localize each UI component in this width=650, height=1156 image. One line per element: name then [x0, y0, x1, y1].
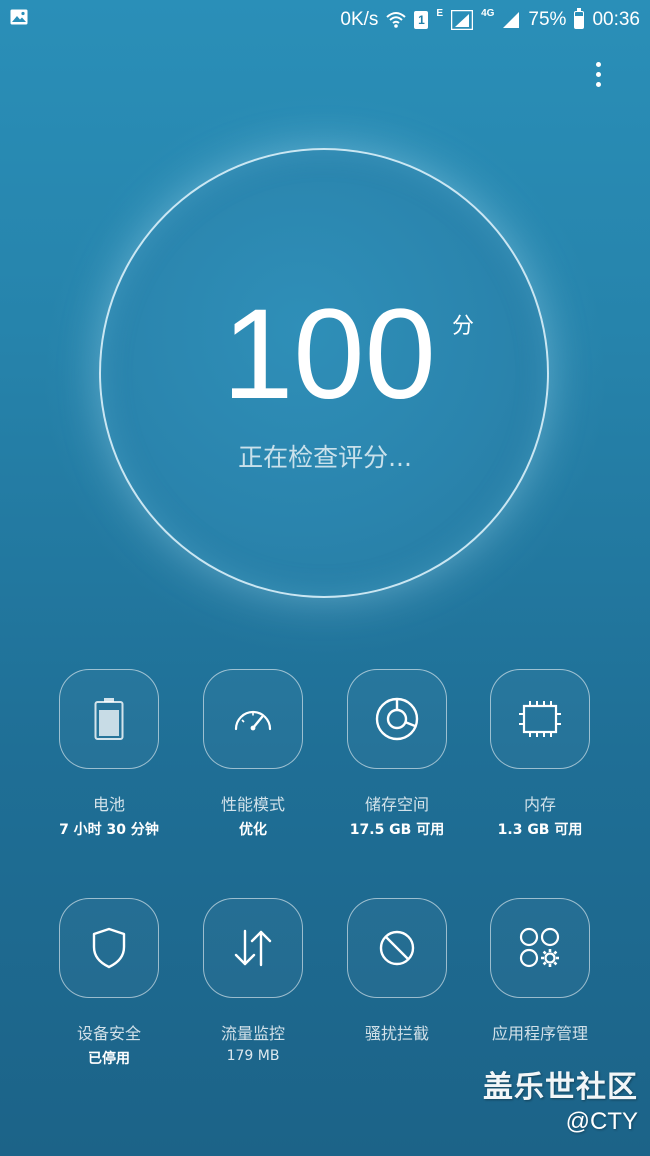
tile-storage-value: 17.5 GB 可用: [349, 822, 445, 838]
score-status-text: 正在检查评分...: [238, 443, 412, 472]
tile-battery-box: [59, 669, 159, 769]
tile-performance-value: 优化: [239, 822, 267, 838]
tile-memory[interactable]: 内存 1.3 GB 可用: [488, 669, 592, 839]
score-unit: 分: [452, 314, 475, 339]
tile-block-box: [347, 898, 447, 998]
tile-app-label: 应用程序管理: [491, 1024, 588, 1043]
wifi-icon: [386, 12, 407, 28]
tile-memory-label: 内存: [523, 795, 556, 814]
memory-chip-icon: [519, 701, 561, 737]
sim-slot-badge: 1: [414, 11, 429, 29]
battery-icon: [94, 698, 124, 740]
more-dot-icon: [596, 62, 601, 67]
battery-status-icon: [574, 8, 585, 29]
tile-storage[interactable]: 储存空间 17.5 GB 可用: [345, 669, 449, 839]
more-dot-icon: [596, 82, 601, 87]
watermark: 盖乐世社区 @CTY: [483, 1062, 638, 1136]
tile-battery[interactable]: 电池 7 小时 30 分钟: [57, 669, 161, 839]
tile-storage-box: [347, 669, 447, 769]
tile-app-manager[interactable]: 应用程序管理: [488, 898, 592, 1044]
block-icon: [379, 930, 415, 966]
tile-battery-value: 7 小时 30 分钟: [59, 822, 159, 838]
more-dot-icon: [596, 72, 601, 77]
tile-call-blocking[interactable]: 骚扰拦截: [345, 898, 449, 1044]
tile-performance[interactable]: 性能模式 优化: [201, 669, 305, 839]
storage-icon: [375, 697, 419, 741]
tile-battery-label: 电池: [92, 795, 125, 814]
tile-data-value: 179 MB: [226, 1048, 280, 1064]
tile-security-value: 已停用: [88, 1051, 130, 1067]
tile-data-label: 流量监控: [220, 1024, 285, 1043]
network-type-e: E: [436, 8, 444, 19]
network-type-4g: 4G: [481, 8, 495, 19]
tile-storage-label: 储存空间: [364, 795, 429, 814]
image-icon: [10, 9, 28, 25]
signal-icon-2: [503, 12, 520, 28]
tile-device-security[interactable]: 设备安全 已停用: [57, 898, 161, 1068]
shield-icon: [92, 927, 126, 969]
score-value: 100: [222, 283, 436, 426]
clock: 00:36: [592, 9, 640, 30]
tile-security-label: 设备安全: [76, 1024, 141, 1043]
speedometer-icon: [234, 710, 272, 731]
battery-percent: 75%: [528, 9, 567, 30]
app-manager-icon: [519, 927, 560, 968]
tile-memory-box: [490, 669, 590, 769]
tile-data-box: [203, 898, 303, 998]
status-bar: 0K/s 1 E 4G 75% 00:36: [0, 0, 650, 40]
tile-memory-value: 1.3 GB 可用: [497, 822, 583, 838]
more-options-button[interactable]: [584, 58, 614, 92]
tile-performance-label: 性能模式: [220, 795, 285, 814]
tile-data-usage[interactable]: 流量监控 179 MB: [201, 898, 305, 1064]
signal-icon: [451, 10, 474, 30]
net-speed: 0K/s: [340, 9, 379, 30]
tile-block-label: 骚扰拦截: [364, 1024, 429, 1043]
data-transfer-icon: [234, 929, 272, 967]
watermark-author: @CTY: [565, 1108, 638, 1135]
watermark-title: 盖乐世社区: [483, 1070, 638, 1105]
tile-app-box: [490, 898, 590, 998]
tile-performance-box: [203, 669, 303, 769]
tile-security-box: [59, 898, 159, 998]
